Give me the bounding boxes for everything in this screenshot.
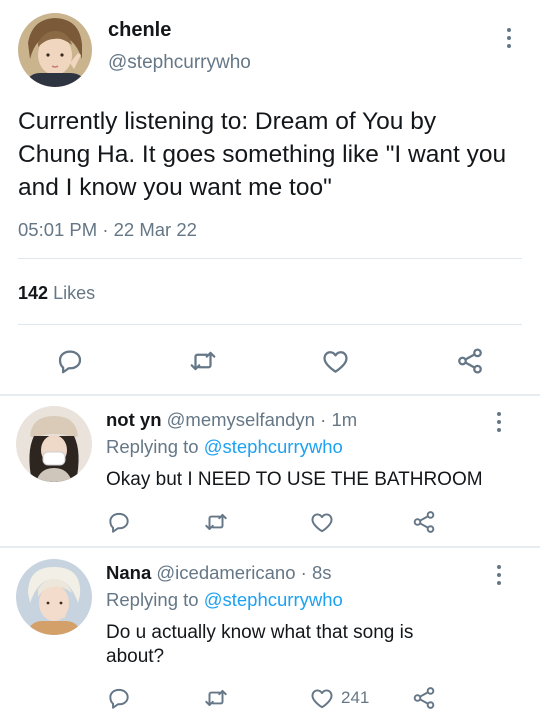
likes-label: Likes	[53, 283, 96, 303]
retweet-button[interactable]	[202, 685, 230, 711]
reply-icon	[109, 512, 129, 533]
avatar[interactable]	[16, 406, 92, 482]
reply-button[interactable]	[55, 346, 85, 376]
retweet-icon	[190, 351, 216, 371]
retweet-icon	[205, 513, 227, 531]
replying-to: Replying to @stephcurrywho	[106, 589, 343, 611]
likes-count: 142	[18, 283, 49, 303]
retweet-icon	[205, 689, 227, 707]
retweet-button[interactable]	[187, 346, 219, 376]
more-options-icon[interactable]	[506, 28, 512, 48]
tweet-date[interactable]: 22 Mar 22	[114, 219, 197, 240]
tweet-timestamp: 05:01 PM · 22 Mar 22	[18, 219, 197, 241]
reply-time: 1m	[331, 409, 358, 430]
section-divider	[0, 546, 540, 548]
like-icon	[311, 689, 333, 709]
share-button[interactable]	[411, 685, 437, 711]
tweet-text: Currently listening to: Dream of You by …	[18, 108, 507, 201]
share-button[interactable]	[455, 346, 485, 376]
tweet-time: 05:01 PM	[18, 219, 98, 240]
like-icon	[323, 351, 348, 373]
header-separator: ·	[320, 409, 327, 430]
reply-icon	[109, 688, 129, 709]
replying-to-label: Replying to	[106, 436, 199, 457]
likes-count-row[interactable]: 142 Likes	[18, 283, 95, 304]
like-button[interactable]	[309, 509, 341, 535]
like-button[interactable]	[320, 346, 351, 376]
share-button[interactable]	[411, 509, 437, 535]
divider	[18, 258, 522, 259]
reply-text: Okay but I NEED TO USE THE BATHROOM	[106, 469, 483, 490]
avatar-image	[16, 406, 92, 482]
handle[interactable]: @memyselfandyn	[167, 409, 315, 430]
avatar-image	[18, 13, 92, 87]
divider	[18, 324, 522, 325]
like-count: 241	[341, 688, 370, 707]
section-divider	[0, 394, 540, 396]
display-name[interactable]: chenle	[108, 19, 171, 42]
like-icon	[311, 513, 333, 533]
replying-to-handle[interactable]: @stephcurrywho	[204, 589, 343, 610]
reply-time: 8s	[311, 562, 332, 583]
handle[interactable]: @icedamericano	[156, 562, 295, 583]
share-icon	[413, 511, 435, 533]
replying-to: Replying to @stephcurrywho	[106, 436, 343, 458]
avatar-image	[16, 559, 92, 635]
reply-header: not yn @memyselfandyn · 1m	[106, 409, 357, 431]
retweet-button[interactable]	[202, 509, 230, 535]
like-button[interactable]: 241	[309, 685, 369, 711]
share-icon	[413, 687, 435, 709]
more-options-icon[interactable]	[496, 565, 502, 585]
display-name[interactable]: Nana	[106, 562, 151, 583]
avatar[interactable]	[18, 13, 92, 87]
more-options-icon[interactable]	[496, 412, 502, 432]
reply-button[interactable]	[106, 685, 132, 711]
reply-header: Nana @icedamericano · 8s	[106, 562, 331, 584]
replying-to-label: Replying to	[106, 589, 199, 610]
replying-to-handle[interactable]: @stephcurrywho	[204, 436, 343, 457]
reply-text: Do u actually know what that song is abo…	[106, 622, 414, 667]
handle[interactable]: @stephcurrywho	[108, 52, 251, 74]
reply-button[interactable]	[106, 509, 132, 535]
share-icon	[458, 348, 482, 374]
header-separator: ·	[300, 562, 307, 583]
timestamp-separator: ·	[102, 219, 109, 240]
avatar[interactable]	[16, 559, 92, 635]
display-name[interactable]: not yn	[106, 409, 162, 430]
reply-icon	[58, 350, 82, 374]
